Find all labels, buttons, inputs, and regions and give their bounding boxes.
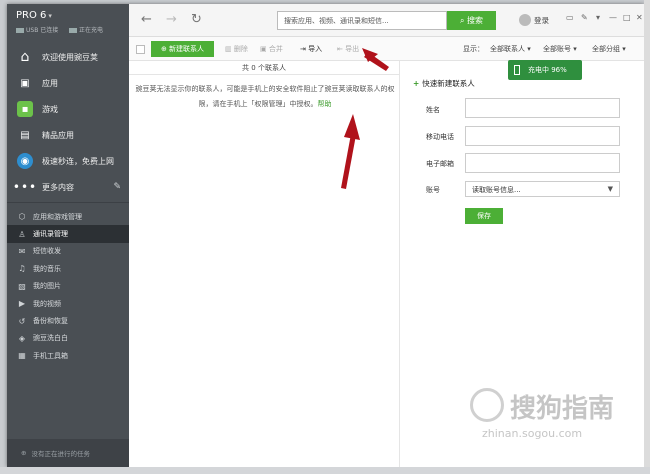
video-icon: ▶ <box>18 299 26 309</box>
usb-status: USB 已连接 <box>16 25 58 34</box>
message-icon[interactable]: ▭ <box>566 13 574 22</box>
export-icon: ⇤ <box>337 45 343 53</box>
device-brand[interactable]: PRO 6 ▾ <box>16 10 52 21</box>
nav-item-welcome[interactable]: ⌂ 欢迎使用豌豆荚 <box>7 44 129 70</box>
sidebar-item-music[interactable]: ♫ 我的音乐 <box>7 260 129 277</box>
maximize-icon[interactable]: □ <box>623 13 631 22</box>
merge-button[interactable]: ▣ 合并 <box>260 44 283 54</box>
filter-groups-dropdown[interactable]: 全部分组 ▾ <box>592 44 626 54</box>
mobile-label: 移动电话 <box>426 133 454 141</box>
app-bag-icon: ▣ <box>20 77 30 89</box>
select-all-checkbox[interactable] <box>136 45 145 54</box>
chevron-down-icon: ▾ <box>48 12 52 20</box>
nav-item-more[interactable]: ••• 更多内容 ✎ <box>7 174 129 200</box>
background-edge <box>644 0 650 474</box>
sub-nav: ⬡ 应用和游戏管理 ♙ 通讯录管理 ✉ 短信收发 ♫ 我的音乐 ▧ 我的图片 ▶ 我的视频 … <box>7 208 129 365</box>
usb-icon <box>16 28 24 33</box>
forward-arrow-icon[interactable]: → <box>166 12 177 27</box>
mobile-field[interactable] <box>465 126 620 146</box>
watermark-text: 搜狗指南 <box>510 394 615 424</box>
home-icon: ⌂ <box>20 49 30 65</box>
battery-icon <box>69 28 77 33</box>
sidebar: PRO 6 ▾ USB 已连接 正在充电 ⌂ 欢迎使用豌豆荚 ▣ 应用 ▪ 游戏 … <box>7 4 129 467</box>
clean-icon: ◈ <box>18 333 26 343</box>
display-label: 显示： <box>463 45 484 53</box>
close-icon[interactable]: ✕ <box>636 13 643 22</box>
main-nav: ⌂ 欢迎使用豌豆荚 ▣ 应用 ▪ 游戏 ▤ 精品应用 ◉ 极速秒连，免费上网 •… <box>7 44 129 200</box>
task-status[interactable]: ⊕ 没有正在进行的任务 <box>7 439 129 467</box>
game-icon: ▪ <box>17 101 33 117</box>
import-button[interactable]: ⇥ 导入 <box>300 44 322 54</box>
refresh-icon[interactable]: ↻ <box>191 12 202 27</box>
backup-icon: ↺ <box>18 316 26 326</box>
delete-button[interactable]: ▥ 删除 <box>225 44 248 54</box>
import-icon: ⇥ <box>300 45 306 53</box>
filter-accounts-dropdown[interactable]: 全部账号 ▾ <box>543 44 577 54</box>
menu-icon[interactable]: ▾ <box>596 13 600 22</box>
wifi-icon: ◉ <box>17 153 33 169</box>
sms-icon: ✉ <box>18 246 26 256</box>
search-input[interactable]: 搜索应用、视频、通讯录和短信... <box>277 11 447 30</box>
sidebar-item-clean[interactable]: ◈ 豌豆洗白白 <box>7 330 129 347</box>
watermark-url: zhinan.sogou.com <box>482 427 583 440</box>
plus-icon: + <box>413 79 420 88</box>
account-label: 账号 <box>426 186 440 194</box>
contacts-toolbar: ⊕ 新建联系人 ▥ 删除 ▣ 合并 ⇥ 导入 ⇤ 导出 显示： 全部联系人 ▾ … <box>129 37 644 61</box>
sidebar-item-sms[interactable]: ✉ 短信收发 <box>7 243 129 260</box>
nav-item-wifi[interactable]: ◉ 极速秒连，免费上网 <box>7 148 129 174</box>
merge-icon: ▣ <box>260 45 267 53</box>
charging-badge: 充电中 96% <box>508 60 582 80</box>
contact-count: 共 0 个联系人 <box>129 61 399 75</box>
nav-item-featured[interactable]: ▤ 精品应用 <box>7 122 129 148</box>
sidebar-item-pictures[interactable]: ▧ 我的图片 <box>7 278 129 295</box>
minimize-icon[interactable]: — <box>609 13 617 22</box>
search-button[interactable]: ⌕ 搜索 <box>447 11 496 30</box>
sidebar-divider <box>7 202 129 203</box>
account-select[interactable]: 读取账号信息... ▼ <box>465 181 620 197</box>
name-field[interactable] <box>465 98 620 118</box>
save-button[interactable]: 保存 <box>465 208 503 224</box>
pane-divider <box>399 61 400 467</box>
top-bar: ← → ↻ 搜索应用、视频、通讯录和短信... ⌕ 搜索 登录 ▭ ✎ ▾ — … <box>129 4 644 37</box>
toolbox-icon: ▦ <box>18 351 26 361</box>
back-arrow-icon[interactable]: ← <box>141 12 152 27</box>
quick-new-contact-title: + 快速新建联系人 <box>413 79 475 88</box>
battery-icon <box>514 65 520 75</box>
sidebar-item-contacts[interactable]: ♙ 通讯录管理 <box>7 225 129 243</box>
picture-icon: ▧ <box>18 281 26 291</box>
cube-icon: ⬡ <box>18 212 26 222</box>
sidebar-item-backup[interactable]: ↺ 备份和恢复 <box>7 312 129 329</box>
wrench-icon[interactable]: ✎ <box>113 182 121 192</box>
email-label: 电子邮箱 <box>426 160 454 168</box>
new-contact-button[interactable]: ⊕ 新建联系人 <box>151 41 214 57</box>
sidebar-item-toolbox[interactable]: ▦ 手机工具箱 <box>7 347 129 364</box>
sidebar-item-videos[interactable]: ▶ 我的视频 <box>7 295 129 312</box>
person-icon: ♙ <box>18 229 26 239</box>
watermark-logo-icon <box>470 388 504 422</box>
permission-notice: 豌豆荚无法显示你的联系人，可能是手机上的安全软件阻止了豌豆荚读取联系人的权限，请… <box>135 85 395 108</box>
avatar-icon <box>519 14 531 26</box>
music-icon: ♫ <box>18 264 26 274</box>
nav-item-apps[interactable]: ▣ 应用 <box>7 70 129 96</box>
trash-icon: ▥ <box>225 45 232 53</box>
more-icon: ••• <box>12 180 38 194</box>
dropdown-arrow-icon: ▼ <box>607 185 613 193</box>
sidebar-item-app-manager[interactable]: ⬡ 应用和游戏管理 <box>7 208 129 225</box>
email-field[interactable] <box>465 153 620 173</box>
filter-contacts-dropdown[interactable]: 全部联系人 ▾ <box>490 44 531 54</box>
nav-item-games[interactable]: ▪ 游戏 <box>7 96 129 122</box>
name-label: 姓名 <box>426 106 440 114</box>
export-button[interactable]: ⇤ 导出 <box>337 44 359 54</box>
settings-wrench-icon[interactable]: ✎ <box>581 13 588 22</box>
gift-icon: ▤ <box>20 129 30 141</box>
login-button[interactable]: 登录 <box>519 14 549 26</box>
background-bottom <box>0 467 650 474</box>
charge-status: 正在充电 <box>69 25 103 34</box>
help-link[interactable]: 帮助 <box>318 100 332 108</box>
task-icon: ⊕ <box>21 449 27 457</box>
